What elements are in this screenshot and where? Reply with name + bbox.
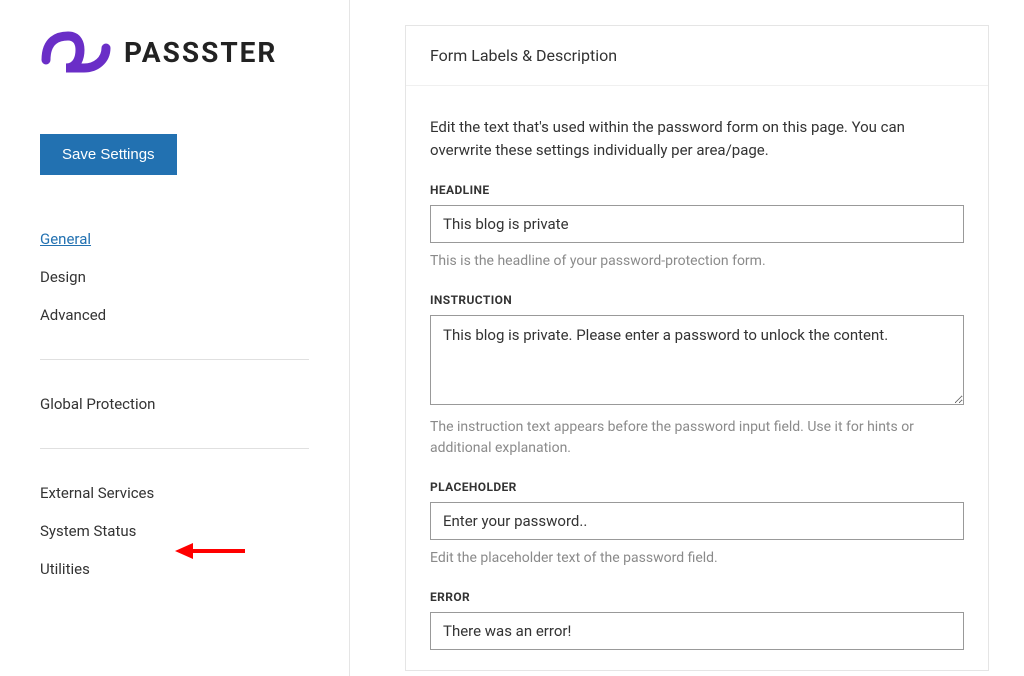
brand-logo: PASSSTER [40,30,309,74]
panel-title: Form Labels & Description [406,26,988,86]
nav-group-1: General Design Advanced [40,220,309,359]
annotation-arrow-icon [175,540,245,566]
headline-help: This is the headline of your password-pr… [430,251,964,271]
nav-group-2: Global Protection [40,359,309,448]
panel-body: Edit the text that's used within the pas… [406,86,988,670]
placeholder-help: Edit the placeholder text of the passwor… [430,548,964,568]
headline-input[interactable] [430,205,964,243]
panel-form-labels: Form Labels & Description Edit the text … [405,25,989,671]
sidebar-item-general[interactable]: General [40,220,309,258]
sidebar-item-global-protection[interactable]: Global Protection [40,385,309,423]
brand-name: PASSSTER [124,36,277,69]
panel-intro: Edit the text that's used within the pas… [430,116,964,161]
sidebar-item-advanced[interactable]: Advanced [40,296,309,334]
sidebar: PASSSTER Save Settings General Design Ad… [0,0,350,676]
placeholder-label: PLACEHOLDER [430,480,964,494]
headline-label: HEADLINE [430,183,964,197]
placeholder-input[interactable] [430,502,964,540]
error-input[interactable] [430,612,964,650]
instruction-textarea[interactable] [430,315,964,405]
sidebar-item-design[interactable]: Design [40,258,309,296]
save-settings-button[interactable]: Save Settings [40,134,177,175]
nav-group-3: External Services System Status Utilitie… [40,448,309,613]
main-content: Form Labels & Description Edit the text … [350,0,1024,676]
sidebar-item-external-services[interactable]: External Services [40,474,309,512]
error-label: ERROR [430,590,964,604]
instruction-help: The instruction text appears before the … [430,417,964,458]
instruction-label: INSTRUCTION [430,293,964,307]
logo-icon [40,30,112,74]
